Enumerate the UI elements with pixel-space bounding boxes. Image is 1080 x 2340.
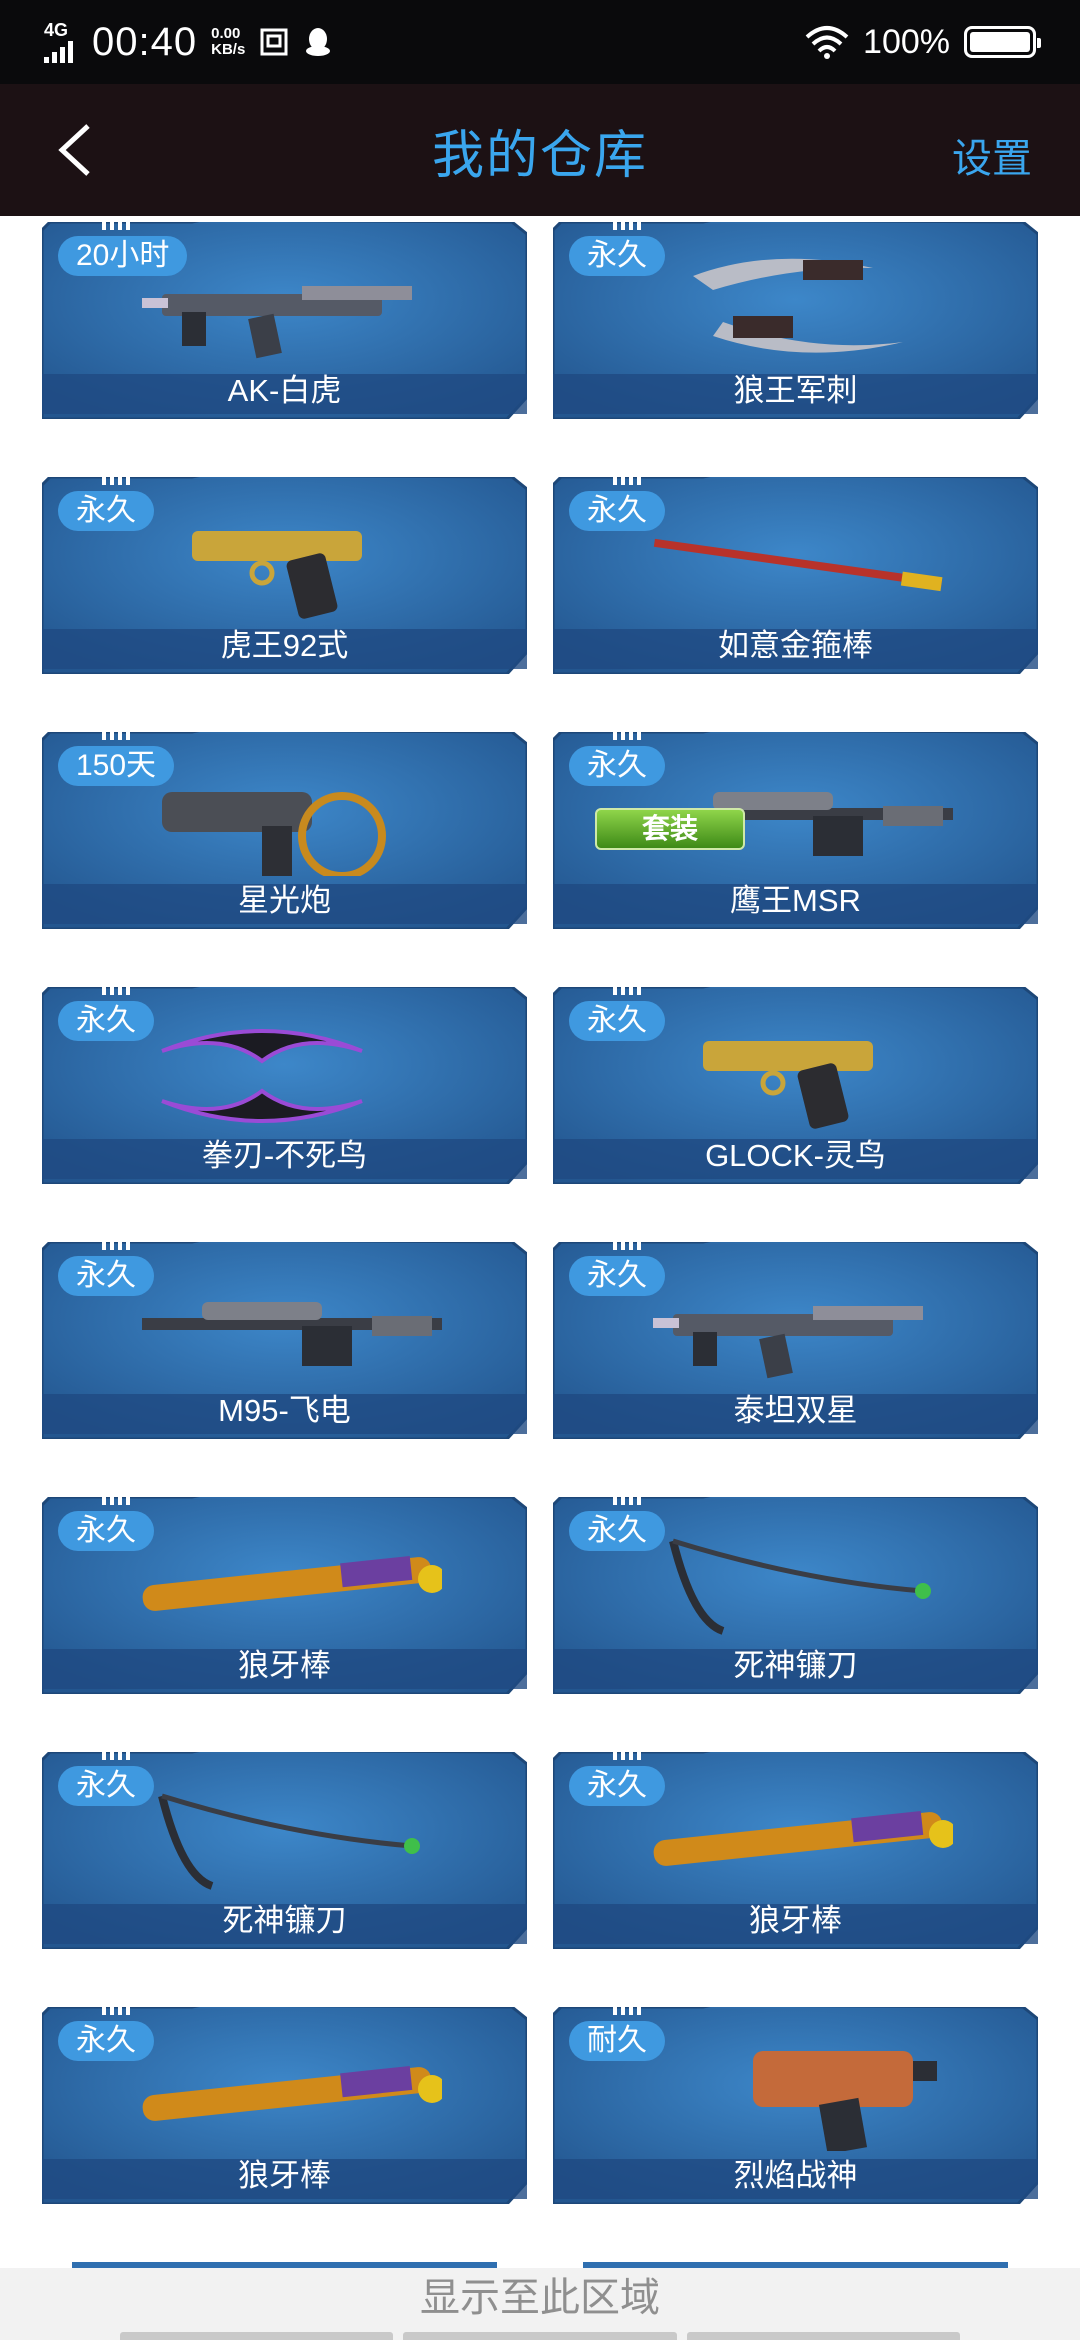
- club-icon: [142, 1556, 442, 1611]
- net-speed-unit: KB/s: [211, 41, 246, 58]
- battery-fill: [970, 32, 1030, 52]
- warehouse-item-card[interactable]: 永久 套装 鹰王MSR: [553, 732, 1038, 929]
- duration-tag: 永久: [569, 746, 665, 786]
- rifle-icon: [142, 286, 412, 359]
- warehouse-item-card[interactable]: 永久 虎王92式: [42, 477, 527, 674]
- warehouse-item-card[interactable]: 永久 GLOCK-灵鸟: [553, 987, 1038, 1184]
- claw-blades-icon: [161, 1029, 363, 1123]
- warehouse-item-card[interactable]: 永久 泰坦双星: [553, 1242, 1038, 1439]
- scroll-indicator: [120, 2332, 960, 2340]
- cannon-icon: [162, 792, 386, 876]
- duration-tag: 永久: [569, 1256, 665, 1296]
- warehouse-item-card[interactable]: 永久 M95-飞电: [42, 1242, 527, 1439]
- warehouse-item-card[interactable]: 永久 狼牙棒: [42, 1497, 527, 1694]
- warehouse-item-card[interactable]: 永久 如意金箍棒: [553, 477, 1038, 674]
- duration-tag: 永久: [569, 1511, 665, 1551]
- rifle-icon: [653, 1306, 923, 1379]
- duration-tag: 20小时: [58, 236, 188, 276]
- scythe-icon: [158, 1793, 420, 1890]
- battery-icon: [964, 26, 1041, 58]
- duration-tag: 耐久: [569, 2021, 665, 2061]
- pistol-icon: [192, 531, 362, 619]
- item-name: 虎王92式: [220, 628, 349, 663]
- duration-tag: 永久: [569, 1001, 665, 1041]
- duration-tag: 永久: [58, 1001, 154, 1041]
- warehouse-item-card[interactable]: 永久 死神镰刀: [42, 1752, 527, 1949]
- page-title: 我的仓库: [431, 126, 648, 185]
- signal-indicator: 4G: [44, 21, 78, 63]
- status-bar: 4G 00:40 0.00 KB/s 100%: [0, 0, 1080, 84]
- qq-icon: [306, 28, 331, 56]
- display-region-label: 显示至此区域: [420, 2276, 660, 2320]
- wifi-icon: [805, 26, 849, 59]
- network-type: 4G: [44, 20, 69, 40]
- duration-tag: 永久: [58, 2021, 154, 2061]
- pistol-icon: [703, 1041, 873, 1129]
- duration-tag: 永久: [58, 491, 154, 531]
- warehouse-item-card[interactable]: 耐久 烈焰战神: [553, 2007, 1038, 2204]
- blades-icon: [693, 258, 903, 353]
- item-name: 狼王军刺: [733, 373, 858, 408]
- scroll-indicator-segment: [120, 2332, 394, 2340]
- item-name: GLOCK-灵鸟: [705, 1138, 886, 1173]
- duration-tag: 永久: [569, 1766, 665, 1806]
- club-icon: [653, 1811, 953, 1866]
- club-icon: [142, 2066, 442, 2121]
- duration-tag: 永久: [58, 1256, 154, 1296]
- status-right: 100%: [805, 22, 1041, 62]
- duration-tag: 永久: [569, 236, 665, 276]
- scythe-icon: [669, 1538, 931, 1635]
- app-header: 我的仓库 设置: [0, 84, 1080, 216]
- warehouse-grid: 20小时 AK-白虎 永久 狼王军刺 永久 虎王92式 永久 如意金箍棒 150…: [42, 222, 1038, 2204]
- item-name: AK-白虎: [227, 373, 342, 408]
- warehouse-item-card[interactable]: 永久 狼牙棒: [553, 1752, 1038, 1949]
- item-name: 星光炮: [238, 883, 331, 918]
- item-name: 如意金箍棒: [718, 628, 873, 663]
- net-speed-value: 0.00: [211, 25, 241, 42]
- item-name: 狼牙棒: [238, 1648, 331, 1683]
- scroll-indicator-segment: [403, 2332, 677, 2340]
- item-name: 死神镰刀: [733, 1648, 858, 1683]
- duration-tag: 150天: [58, 746, 175, 786]
- item-name: 拳刃-不死鸟: [201, 1138, 368, 1173]
- bottom-region-bar: 显示至此区域: [0, 2268, 1080, 2340]
- signal-icon: [44, 41, 73, 63]
- blaster-icon: [753, 2051, 937, 2151]
- screenshot-icon: [260, 28, 288, 56]
- sniper-icon: [142, 1302, 442, 1366]
- warehouse-item-card[interactable]: 永久 拳刃-不死鸟: [42, 987, 527, 1184]
- scroll-indicator-segment: [686, 2332, 960, 2340]
- item-name: 狼牙棒: [238, 2158, 331, 2193]
- net-speed: 0.00 KB/s: [211, 26, 245, 58]
- staff-icon: [653, 538, 943, 592]
- warehouse-item-card[interactable]: 永久 狼牙棒: [42, 2007, 527, 2204]
- item-name: 烈焰战神: [733, 2158, 858, 2193]
- duration-tag: 永久: [58, 1511, 154, 1551]
- status-left: 4G 00:40 0.00 KB/s: [44, 20, 333, 65]
- duration-tag: 永久: [58, 1766, 154, 1806]
- suit-badge: 套装: [595, 808, 745, 850]
- item-name: 狼牙棒: [749, 1903, 842, 1938]
- item-name: 死神镰刀: [222, 1903, 347, 1938]
- warehouse-item-card[interactable]: 20小时 AK-白虎: [42, 222, 527, 419]
- item-name: 泰坦双星: [733, 1393, 858, 1428]
- duration-tag: 永久: [569, 491, 665, 531]
- battery-percent: 100%: [863, 22, 950, 61]
- warehouse-item-card[interactable]: 150天 星光炮: [42, 732, 527, 929]
- item-name: M95-飞电: [218, 1393, 351, 1428]
- warehouse-item-card[interactable]: 永久 狼王军刺: [553, 222, 1038, 419]
- back-icon[interactable]: [48, 120, 108, 180]
- clock: 00:40: [92, 19, 198, 64]
- settings-button[interactable]: 设置: [952, 126, 1032, 184]
- warehouse-item-card[interactable]: 永久 死神镰刀: [553, 1497, 1038, 1694]
- item-name: 鹰王MSR: [730, 883, 861, 918]
